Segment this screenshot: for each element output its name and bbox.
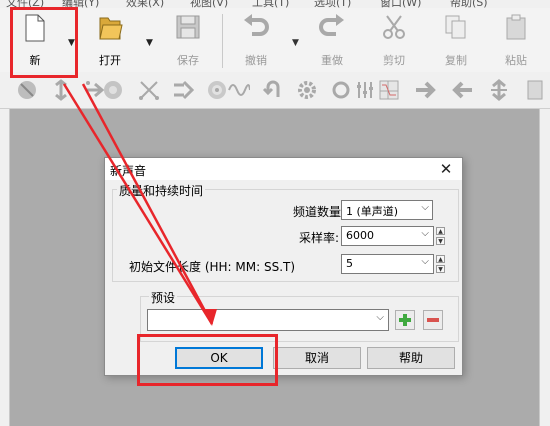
annotation-arrows [62,83,217,326]
arrow-line-2 [81,83,214,325]
arrow-line-1 [62,83,214,325]
